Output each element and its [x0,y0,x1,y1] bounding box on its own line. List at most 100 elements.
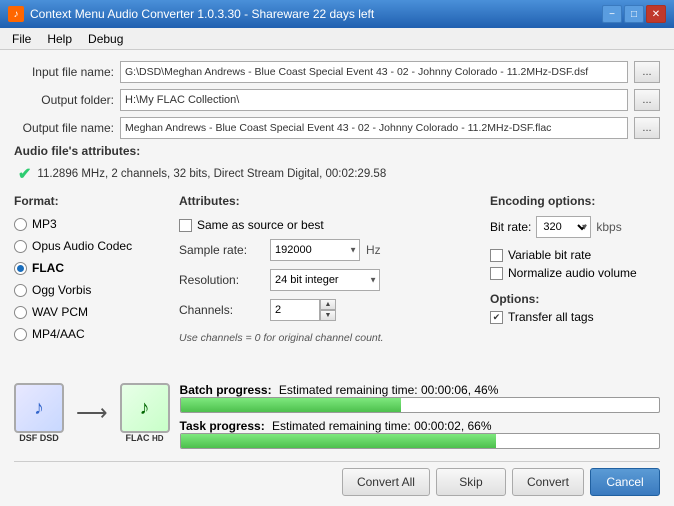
format-mp3[interactable]: MP3 [14,214,169,234]
bitrate-label: Bit rate: [490,220,531,234]
three-col-section: Format: MP3 Opus Audio Codec FLAC Ogg Vo… [14,194,660,377]
target-format-label: FLAC HD [126,433,164,443]
bitrate-unit: kbps [596,220,621,234]
check-green-icon: ✔ [18,164,31,184]
format-ogg-label: Ogg Vorbis [32,283,91,297]
output-file-input[interactable] [120,117,628,139]
arrow-group: ⟶ [72,400,112,426]
attributes-column: Attributes: Same as source or best Sampl… [179,194,480,377]
format-flac[interactable]: FLAC [14,258,169,278]
output-file-label: Output file name: [14,121,114,135]
radio-opus-circle[interactable] [14,240,27,253]
format-column: Format: MP3 Opus Audio Codec FLAC Ogg Vo… [14,194,169,377]
format-mp4[interactable]: MP4/AAC [14,324,169,344]
format-mp3-label: MP3 [32,217,57,231]
normalize-audio-row[interactable]: Normalize audio volume [490,266,660,280]
format-ogg[interactable]: Ogg Vorbis [14,280,169,300]
output-folder-row: Output folder: ... [14,88,660,112]
output-folder-browse[interactable]: ... [634,89,660,111]
format-wav[interactable]: WAV PCM [14,302,169,322]
button-row: Convert All Skip Convert Cancel [14,461,660,496]
input-file-input[interactable] [120,61,628,83]
batch-status: Estimated remaining time: 00:00:06, 46% [279,383,498,397]
convert-arrow-icon: ⟶ [76,400,108,426]
options-header: Options: [490,292,660,306]
attributes-header: Attributes: [179,194,480,208]
transfer-tags-checkbox[interactable]: ✔ [490,311,503,324]
audio-attrs-value-row: ✔ 11.2896 MHz, 2 channels, 32 bits, Dire… [18,164,660,184]
maximize-button[interactable]: □ [624,5,644,23]
radio-flac-circle[interactable] [14,262,27,275]
same-as-source-row[interactable]: Same as source or best [179,218,480,232]
output-file-browse[interactable]: ... [634,117,660,139]
sample-rate-unit: Hz [366,243,381,257]
sample-rate-label: Sample rate: [179,243,264,257]
variable-bitrate-row[interactable]: Variable bit rate [490,248,660,262]
progress-section: Batch progress: Estimated remaining time… [180,383,660,453]
source-format-label: DSF DSD [19,433,59,443]
preview-progress-row: ♪ DSF DSD ⟶ ♪ FLAC HD Batc [14,383,660,453]
close-button[interactable]: ✕ [646,5,666,23]
output-folder-input[interactable] [120,89,628,111]
channels-down-button[interactable]: ▼ [320,310,336,321]
channels-hint: Use channels = 0 for original channel co… [179,332,480,344]
menu-file[interactable]: File [4,30,39,48]
normalize-audio-checkbox[interactable] [490,267,503,280]
format-wav-label: WAV PCM [32,305,88,319]
sample-rate-select-wrapper: 192000 [270,239,360,261]
source-file-icon: ♪ [14,383,64,433]
task-label: Task progress: [180,419,265,433]
radio-mp3-circle[interactable] [14,218,27,231]
format-opus-label: Opus Audio Codec [32,239,132,253]
input-file-browse[interactable]: ... [634,61,660,83]
convert-all-button[interactable]: Convert All [342,468,430,496]
same-as-source-label: Same as source or best [197,218,324,232]
normalize-audio-label: Normalize audio volume [508,266,637,280]
resolution-select-wrapper: 8 bit integer 16 bit integer 24 bit inte… [270,269,380,291]
options-section: Options: ✔ Transfer all tags [490,292,660,324]
channels-up-button[interactable]: ▲ [320,299,336,310]
cancel-button[interactable]: Cancel [590,468,660,496]
source-file-icon-group: ♪ DSF DSD [14,383,64,443]
app-icon: ♪ [8,6,24,22]
encoding-column: Encoding options: Bit rate: 128 192 256 … [490,194,660,377]
convert-button[interactable]: Convert [512,468,584,496]
skip-button[interactable]: Skip [436,468,506,496]
menu-debug[interactable]: Debug [80,30,131,48]
menu-help[interactable]: Help [39,30,80,48]
audio-attrs-text: 11.2896 MHz, 2 channels, 32 bits, Direct… [37,168,386,180]
format-opus[interactable]: Opus Audio Codec [14,236,169,256]
task-progress-bar-container [180,433,660,449]
batch-label: Batch progress: [180,383,272,397]
radio-wav-circle[interactable] [14,306,27,319]
title-bar-buttons: − □ ✕ [602,5,666,23]
bitrate-select[interactable]: 128 192 256 320 [536,216,591,238]
input-file-row: Input file name: ... [14,60,660,84]
batch-progress-row: Batch progress: Estimated remaining time… [180,383,660,413]
channels-spinner: ▲ ▼ [270,299,336,321]
variable-bitrate-checkbox[interactable] [490,249,503,262]
menu-bar: File Help Debug [0,28,674,50]
channels-label: Channels: [179,303,264,317]
format-mp4-label: MP4/AAC [32,327,85,341]
radio-mp4-circle[interactable] [14,328,27,341]
input-file-label: Input file name: [14,65,114,79]
batch-progress-bar-fill [181,398,401,412]
output-file-row: Output file name: ... [14,116,660,140]
same-as-source-checkbox[interactable] [179,219,192,232]
batch-progress-label: Batch progress: Estimated remaining time… [180,383,660,397]
task-progress-label: Task progress: Estimated remaining time:… [180,419,660,433]
resolution-label: Resolution: [179,273,264,287]
transfer-tags-row[interactable]: ✔ Transfer all tags [490,310,660,324]
channels-input[interactable] [270,299,320,321]
audio-attrs-header: Audio file's attributes: [14,144,660,158]
task-status: Estimated remaining time: 00:00:02, 66% [272,419,491,433]
channels-spin-buttons: ▲ ▼ [320,299,336,321]
minimize-button[interactable]: − [602,5,622,23]
sample-rate-row: Sample rate: 192000 Hz [179,238,480,262]
title-bar: ♪ Context Menu Audio Converter 1.0.3.30 … [0,0,674,28]
resolution-select[interactable]: 8 bit integer 16 bit integer 24 bit inte… [270,269,380,291]
radio-ogg-circle[interactable] [14,284,27,297]
source-note-icon: ♪ [34,397,44,420]
sample-rate-select[interactable]: 192000 [270,239,360,261]
